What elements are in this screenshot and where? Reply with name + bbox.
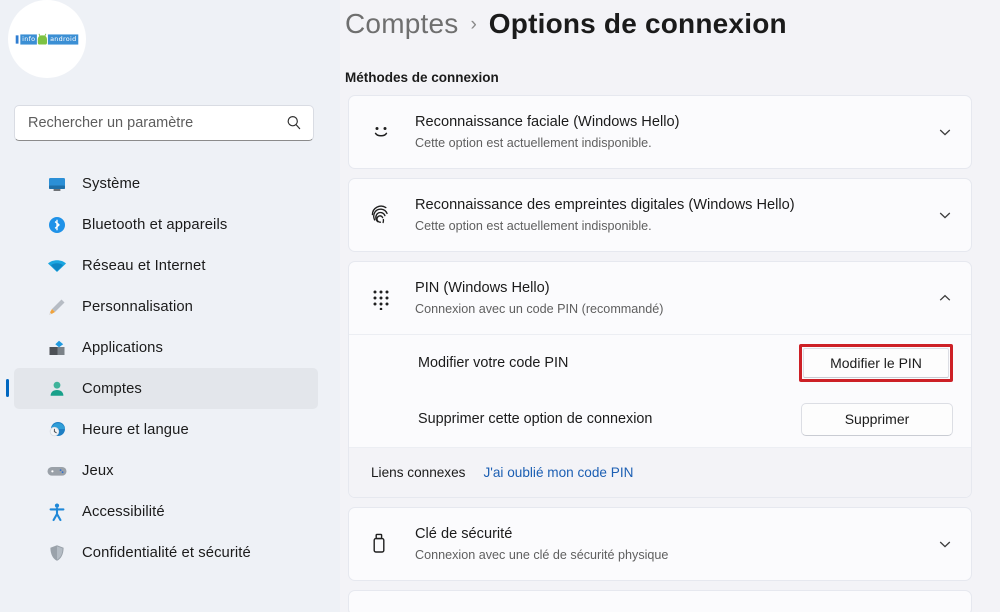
settings-window: info android Sys (0, 0, 1000, 612)
row-remove-signin: Supprimer cette option de connexion Supp… (349, 391, 971, 447)
chevron-right-icon: › (470, 14, 477, 35)
search-icon[interactable] (285, 114, 303, 132)
card-subtitle: Cette option est actuellement indisponib… (415, 135, 652, 150)
keypad-icon (366, 283, 396, 313)
card-security-key[interactable]: Clé de sécurité Connexion avec une clé d… (348, 507, 972, 581)
sign-in-methods-list: Reconnaissance faciale (Windows Hello) C… (348, 95, 972, 612)
accessibility-icon (46, 501, 68, 523)
sidebar-item-label: Jeux (82, 462, 114, 479)
remove-button[interactable]: Supprimer (801, 402, 953, 436)
sidebar-item-label: Système (82, 175, 141, 192)
card-header[interactable]: Clé de sécurité Connexion avec une clé d… (349, 508, 971, 580)
paintbrush-icon (46, 296, 68, 318)
change-pin-button[interactable]: Modifier le PIN (803, 348, 949, 378)
sidebar-item-label: Bluetooth et appareils (82, 216, 228, 233)
bluetooth-icon (46, 214, 68, 236)
search-box[interactable] (14, 105, 314, 141)
avatar-circle: info android (8, 0, 86, 78)
android-robot-icon (38, 34, 48, 44)
chevron-up-icon[interactable] (937, 290, 953, 306)
card-facial-recognition[interactable]: Reconnaissance faciale (Windows Hello) C… (348, 95, 972, 169)
shield-icon (46, 542, 68, 564)
card-title: Clé de sécurité (415, 525, 513, 542)
apps-icon (46, 337, 68, 359)
sidebar-item-label: Personnalisation (82, 298, 194, 315)
breadcrumb-parent[interactable]: Comptes (345, 8, 458, 40)
sidebar: info android Sys (0, 0, 340, 612)
card-text: PIN (Windows Hello) Connexion avec un co… (415, 279, 937, 318)
avatar[interactable]: info android (8, 0, 86, 78)
sidebar-item-reseau[interactable]: Réseau et Internet (14, 245, 318, 286)
fingerprint-icon (366, 200, 396, 230)
card-title: Reconnaissance faciale (Windows Hello) (415, 113, 680, 130)
card-header[interactable]: Reconnaissance faciale (Windows Hello) C… (349, 96, 971, 168)
related-links: Liens connexes J'ai oublié mon code PIN (349, 447, 971, 497)
chevron-down-icon[interactable] (937, 124, 953, 140)
row-change-pin: Modifier votre code PIN Modifier le PIN (349, 335, 971, 391)
row-label: Supprimer cette option de connexion (418, 411, 653, 427)
card-subtitle: Connexion avec un code PIN (recommandé) (415, 301, 664, 316)
related-label: Liens connexes (371, 465, 466, 480)
sidebar-item-jeux[interactable]: Jeux (14, 450, 318, 491)
sidebar-item-label: Comptes (82, 380, 142, 397)
search-input[interactable] (28, 115, 285, 131)
chevron-down-icon[interactable] (937, 207, 953, 223)
sidebar-item-label: Accessibilité (82, 503, 165, 520)
monitor-icon (46, 173, 68, 195)
sidebar-item-accessibilite[interactable]: Accessibilité (14, 491, 318, 532)
sidebar-item-label: Applications (82, 339, 163, 356)
sidebar-item-label: Réseau et Internet (82, 257, 206, 274)
card-subtitle: Cette option est actuellement indisponib… (415, 218, 652, 233)
row-label: Modifier votre code PIN (418, 355, 569, 371)
forgot-pin-link[interactable]: J'ai oublié mon code PIN (483, 465, 633, 480)
breadcrumb: Comptes › Options de connexion (345, 8, 787, 40)
card-fingerprint[interactable]: Reconnaissance des empreintes digitales … (348, 178, 972, 252)
logo-text-right: android (48, 33, 79, 45)
card-title: PIN (Windows Hello) (415, 279, 550, 296)
sidebar-item-systeme[interactable]: Système (14, 163, 318, 204)
card-text: Reconnaissance des empreintes digitales … (415, 196, 937, 235)
sidebar-item-label: Heure et langue (82, 421, 189, 438)
sidebar-nav: Système Bluetooth et appareils Réseau et… (0, 163, 340, 573)
card-header[interactable]: PIN (Windows Hello) Connexion avec un co… (349, 262, 971, 334)
card-title: Reconnaissance des empreintes digitales … (415, 196, 795, 213)
security-key-icon (366, 529, 396, 559)
card-text: Reconnaissance faciale (Windows Hello) C… (415, 113, 937, 152)
sidebar-item-heure-langue[interactable]: Heure et langue (14, 409, 318, 450)
card-text: Clé de sécurité Connexion avec une clé d… (415, 525, 937, 564)
card-next-partial[interactable] (348, 590, 972, 612)
sidebar-item-personnalisation[interactable]: Personnalisation (14, 286, 318, 327)
wifi-icon (46, 255, 68, 277)
content-pane: Comptes › Options de connexion Méthodes … (340, 0, 1000, 612)
gamepad-icon (46, 460, 68, 482)
page-title: Options de connexion (488, 8, 787, 39)
sidebar-item-confidentialite[interactable]: Confidentialité et sécurité (14, 532, 318, 573)
chevron-down-icon[interactable] (937, 536, 953, 552)
face-icon (366, 117, 396, 147)
card-subtitle: Connexion avec une clé de sécurité physi… (415, 547, 669, 562)
sidebar-item-bluetooth[interactable]: Bluetooth et appareils (14, 204, 318, 245)
sidebar-item-applications[interactable]: Applications (14, 327, 318, 368)
sidebar-item-label: Confidentialité et sécurité (82, 544, 251, 561)
card-header[interactable]: Reconnaissance des empreintes digitales … (349, 179, 971, 251)
section-label: Méthodes de connexion (345, 70, 499, 85)
logo-text-left: info (20, 33, 38, 45)
clock-globe-icon (46, 419, 68, 441)
info-android-logo-icon: info android (15, 33, 79, 45)
card-pin[interactable]: PIN (Windows Hello) Connexion avec un co… (348, 261, 972, 498)
sidebar-item-comptes[interactable]: Comptes (6, 368, 318, 409)
highlight-annotation: Modifier le PIN (799, 344, 953, 382)
person-icon (46, 378, 68, 400)
